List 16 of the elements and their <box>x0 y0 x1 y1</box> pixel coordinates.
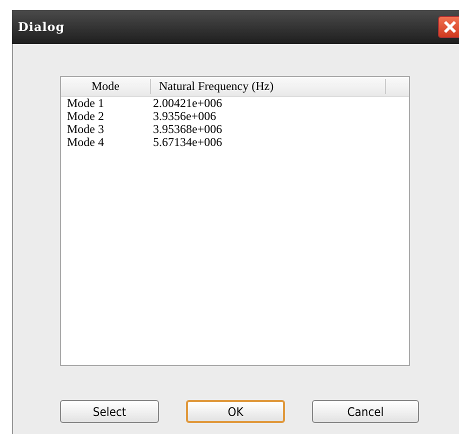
window-title: Dialog <box>17 20 65 34</box>
close-button[interactable] <box>438 16 459 38</box>
table-cell-text: Mode 4 <box>66 136 105 149</box>
table-cell-text: 3.9356e+006 <box>152 110 216 123</box>
table-cell-text: Mode 3 <box>66 123 105 136</box>
close-icon <box>443 20 457 34</box>
table-cell-text: 5.67134e+006 <box>152 136 222 149</box>
table-cell-text: Mode 1 <box>66 97 105 110</box>
table-cell-text: 3.95368e+006 <box>152 123 222 136</box>
dialog-button[interactable]: Select <box>60 400 159 423</box>
dialog-button[interactable]: Cancel <box>312 400 419 423</box>
column-header[interactable]: Natural Frequency (Hz) <box>151 79 386 94</box>
column-header[interactable]: Mode <box>61 79 151 94</box>
dialog-button[interactable]: OK <box>186 400 285 423</box>
table-cell-text: Mode 2 <box>66 110 105 123</box>
table-cell-text: 2.00421e+006 <box>152 97 222 110</box>
